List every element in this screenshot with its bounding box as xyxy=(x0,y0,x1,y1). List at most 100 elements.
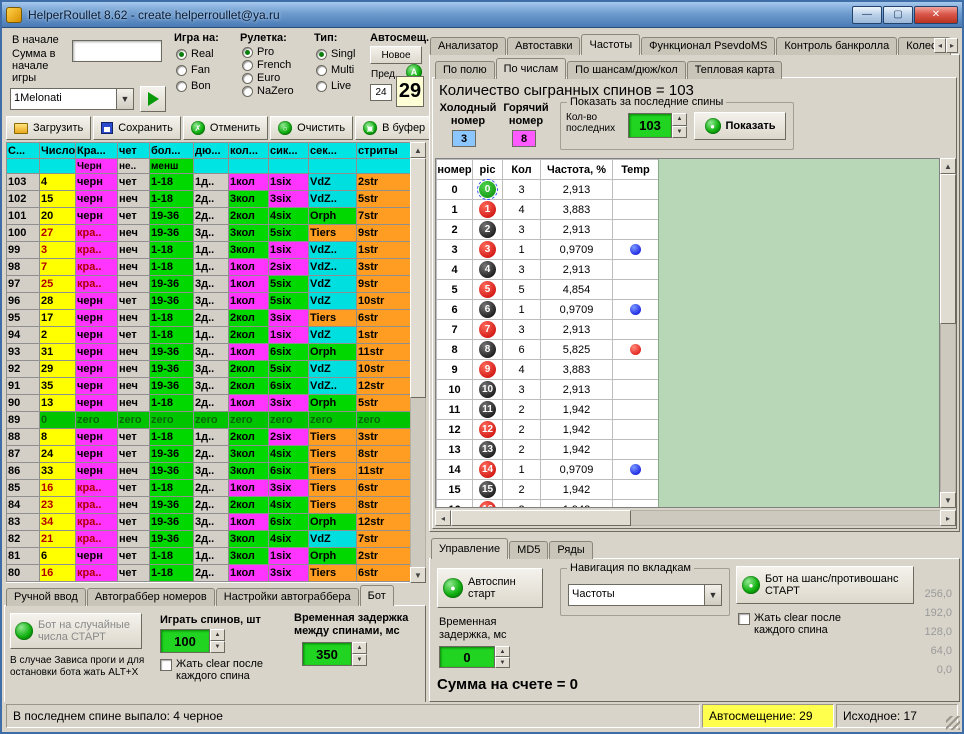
last-count-spinner[interactable]: 103 ▲▼ xyxy=(628,113,687,138)
tab-Автограббер номеров[interactable]: Автограббер номеров xyxy=(87,588,215,606)
history-row[interactable]: 890zerozerozerozerozerozerozerozero xyxy=(7,412,411,429)
random-bot-start-button[interactable]: Бот на случайные числа СТАРТ xyxy=(10,613,142,649)
radio-Euro[interactable]: Euro xyxy=(242,72,294,84)
control-clear-checkbox[interactable]: Жать clear после каждого спина xyxy=(738,612,858,636)
save-button[interactable]: Сохранить xyxy=(93,116,181,140)
tab-Контроль банкролла[interactable]: Контроль банкролла xyxy=(776,37,897,55)
freq-scrollbar-thumb[interactable] xyxy=(940,174,956,324)
history-row[interactable]: 9517черннеч1-182д..2кол3sixTiers6str xyxy=(7,310,411,327)
history-row[interactable]: 9013черннеч1-182д..1кол3sixOrph5str xyxy=(7,395,411,412)
history-row[interactable]: 942чернчет1-181д..2кол1sixVdZ1str xyxy=(7,327,411,344)
history-row[interactable]: 993кра..неч1-181д..3кол1sixVdZ..1str xyxy=(7,242,411,259)
scroll-left-icon[interactable]: ◂ xyxy=(435,510,451,526)
history-row[interactable]: 1034чернчет1-181д..1кол1sixVdZ2str xyxy=(7,174,411,191)
history-row[interactable]: 8724чернчет19-362д..3кол4sixTiers8str xyxy=(7,446,411,463)
freq-header-cell[interactable]: Temp xyxy=(613,160,659,180)
history-header-cell[interactable]: С... xyxy=(7,143,40,159)
history-row[interactable]: 9628чернчет19-363д..1кол5sixVdZ10str xyxy=(7,293,411,310)
tab-Ряды[interactable]: Ряды xyxy=(549,541,592,559)
chance-bot-start-button[interactable]: ● Бот на шанс/противошанс СТАРТ xyxy=(736,566,914,604)
scroll-up-icon[interactable]: ▲ xyxy=(410,142,426,158)
history-row[interactable]: 816чернчет1-181д..3кол1sixOrph2str xyxy=(7,548,411,565)
history-row[interactable]: 8516кра..чет1-182д..1кол3sixTiers6str xyxy=(7,480,411,497)
autoshift-new-button[interactable]: Новое xyxy=(370,46,422,64)
radio-Bon[interactable]: Bon xyxy=(176,80,214,92)
clear-after-spin-checkbox[interactable]: Жать clear после каждого спина xyxy=(160,658,286,682)
scroll-down-icon[interactable]: ▼ xyxy=(940,492,956,508)
history-row[interactable]: 9229черннеч19-363д..2кол5sixVdZ10str xyxy=(7,361,411,378)
history-row[interactable]: 888чернчет1-181д..2кол2sixTiers3str xyxy=(7,429,411,446)
freq-row[interactable]: 9943,883 xyxy=(437,360,659,380)
tab-Настройки автограббера[interactable]: Настройки автограббера xyxy=(216,588,359,606)
history-scrollbar[interactable]: ▲ ▼ xyxy=(410,142,426,583)
undo-button[interactable]: ✗Отменить xyxy=(183,116,268,140)
history-header-cell[interactable]: чет xyxy=(118,143,150,159)
radio-Singl[interactable]: Singl xyxy=(316,48,355,60)
radio-Multi[interactable]: Multi xyxy=(316,64,355,76)
freq-row[interactable]: 7732,913 xyxy=(437,320,659,340)
radio-French[interactable]: French xyxy=(242,59,294,71)
spinner-up-icon[interactable]: ▲ xyxy=(495,646,510,657)
freq-header-cell[interactable]: Кол xyxy=(503,160,541,180)
spin-delay-spinner[interactable]: 350 ▲▼ xyxy=(302,642,367,666)
freq-row[interactable]: 141410,9709 xyxy=(437,460,659,480)
scroll-down-icon[interactable]: ▼ xyxy=(410,567,426,583)
nav-combo[interactable]: Частоты ▼ xyxy=(568,584,722,606)
freq-row[interactable]: 121221,942 xyxy=(437,420,659,440)
maximize-button[interactable]: ▢ xyxy=(883,6,913,24)
scroll-right-icon[interactable]: ▸ xyxy=(940,510,956,526)
autospin-start-button[interactable]: ● Автоспин старт xyxy=(437,568,543,608)
clear-button[interactable]: ○Очистить xyxy=(270,116,353,140)
radio-Pro[interactable]: Pro xyxy=(242,46,294,58)
tab-Бот[interactable]: Бот xyxy=(360,585,394,606)
freq-header-cell[interactable]: pic xyxy=(473,160,503,180)
spinner-down-icon[interactable]: ▼ xyxy=(210,641,225,653)
tab-scroll-right-icon[interactable]: ▸ xyxy=(946,38,958,53)
tab-Ручной ввод[interactable]: Ручной ввод xyxy=(6,588,86,606)
history-row[interactable]: 10215черннеч1-182д..3кол3sixVdZ..5str xyxy=(7,191,411,208)
history-row[interactable]: 10027кра..неч19-363д..3кол5sixTiers9str xyxy=(7,225,411,242)
radio-Real[interactable]: Real xyxy=(176,48,214,60)
freq-row[interactable]: 0032,913 xyxy=(437,180,659,200)
history-header-cell[interactable]: Кра... xyxy=(76,143,118,159)
history-header-cell[interactable]: сек... xyxy=(309,143,357,159)
tab-MD5[interactable]: MD5 xyxy=(509,541,548,559)
freq-row[interactable]: 2232,913 xyxy=(437,220,659,240)
history-row[interactable]: 8633черннеч19-363д..3кол6sixTiers11str xyxy=(7,463,411,480)
spinner-down-icon[interactable]: ▼ xyxy=(672,126,687,139)
freq-row[interactable]: 5554,854 xyxy=(437,280,659,300)
spinner-up-icon[interactable]: ▲ xyxy=(210,629,225,641)
history-row[interactable]: 9331черннеч19-363д..1кол6sixOrph11str xyxy=(7,344,411,361)
freq-row[interactable]: 151521,942 xyxy=(437,480,659,500)
radio-NaZero[interactable]: NaZero xyxy=(242,85,294,97)
tab-По шансам/дюж/кол[interactable]: По шансам/дюж/кол xyxy=(567,61,686,79)
history-header-cell[interactable]: кол... xyxy=(229,143,269,159)
history-row[interactable]: 10120чернчет19-362д..2кол4sixOrph7str xyxy=(7,208,411,225)
spinner-up-icon[interactable]: ▲ xyxy=(352,642,367,654)
copy-buffer-button[interactable]: ▣В буфер xyxy=(355,116,433,140)
spinner-down-icon[interactable]: ▼ xyxy=(495,657,510,668)
history-header-cell[interactable]: дю... xyxy=(194,143,229,159)
close-button[interactable]: ✕ xyxy=(914,6,958,24)
tab-Анализатор[interactable]: Анализатор xyxy=(430,37,506,55)
scroll-up-icon[interactable]: ▲ xyxy=(940,158,956,174)
freq-row[interactable]: 131321,942 xyxy=(437,440,659,460)
play-button[interactable] xyxy=(140,86,166,112)
freq-row[interactable]: 3310,9709 xyxy=(437,240,659,260)
tab-По числам[interactable]: По числам xyxy=(496,58,567,79)
freq-row[interactable]: 8865,825 xyxy=(437,340,659,360)
freq-row[interactable]: 6610,9709 xyxy=(437,300,659,320)
freq-row[interactable]: 1143,883 xyxy=(437,200,659,220)
tab-Автоставки[interactable]: Автоставки xyxy=(507,37,580,55)
start-sum-input[interactable] xyxy=(72,40,162,62)
tab-Тепловая карта[interactable]: Тепловая карта xyxy=(687,61,783,79)
show-button[interactable]: ● Показать xyxy=(694,112,786,140)
preset-combo[interactable]: 1Melonati ▼ xyxy=(10,88,134,110)
freq-header-cell[interactable]: Частота, % xyxy=(541,160,613,180)
radio-Fan[interactable]: Fan xyxy=(176,64,214,76)
history-header-cell[interactable]: бол... xyxy=(150,143,194,159)
freq-row[interactable]: 4432,913 xyxy=(437,260,659,280)
history-row[interactable]: 8016кра..чет1-182д..1кол3sixTiers6str xyxy=(7,565,411,582)
history-row[interactable]: 8423кра..неч19-362д..2кол4sixTiers8str xyxy=(7,497,411,514)
load-button[interactable]: Загрузить xyxy=(6,116,91,140)
